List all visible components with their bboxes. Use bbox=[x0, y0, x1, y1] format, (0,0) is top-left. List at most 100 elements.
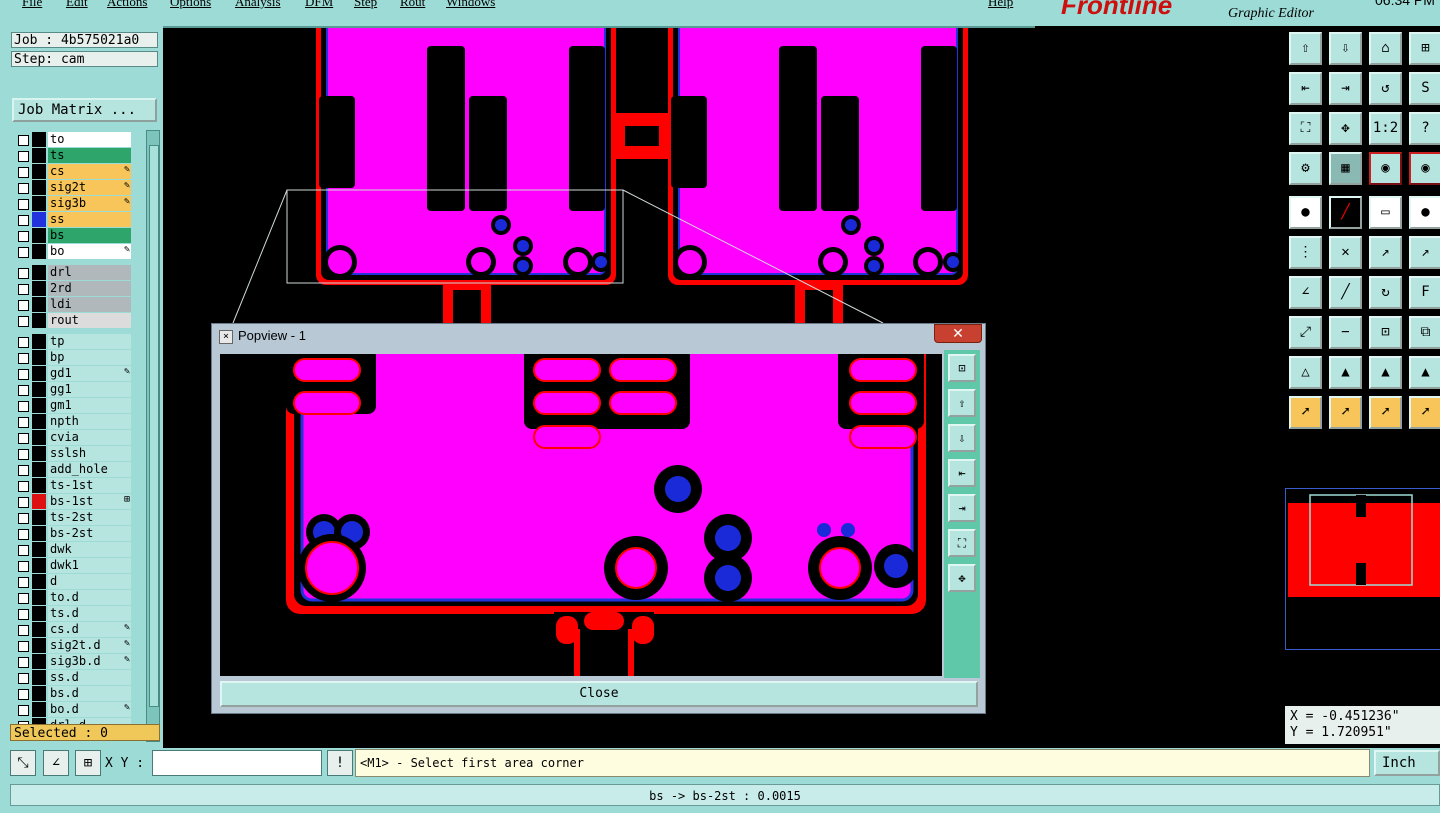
layer-color-swatch[interactable] bbox=[32, 281, 46, 296]
layer-color-swatch[interactable] bbox=[32, 494, 46, 509]
scrollbar-thumb[interactable] bbox=[149, 145, 159, 707]
menu-analysis[interactable]: Analysis bbox=[235, 0, 281, 10]
layer-name[interactable]: ts-1st bbox=[48, 478, 131, 493]
layer-color-swatch[interactable] bbox=[32, 622, 46, 637]
layer-name[interactable]: cs.d bbox=[48, 622, 131, 637]
menu-windows[interactable]: Windows bbox=[446, 0, 495, 10]
tri3-icon[interactable]: ▲ bbox=[1369, 356, 1402, 389]
layer-color-swatch[interactable] bbox=[32, 414, 46, 429]
layer-checkbox[interactable] bbox=[18, 641, 29, 652]
layer-name[interactable]: cs bbox=[48, 164, 131, 179]
layer-color-swatch[interactable] bbox=[32, 297, 46, 312]
layer-name[interactable]: d bbox=[48, 574, 131, 589]
measure-tool-icon[interactable]: ⤡ bbox=[10, 750, 36, 776]
layer-checkbox[interactable] bbox=[18, 689, 29, 700]
unit-selector[interactable]: Inch bbox=[1374, 750, 1440, 776]
popview-zoom-fit-icon[interactable]: ⛶ bbox=[948, 529, 976, 557]
layer-row[interactable]: ts.d bbox=[12, 606, 132, 621]
move-pad-icon[interactable]: ⤢ bbox=[1289, 316, 1322, 349]
redraw-icon[interactable]: ↺ bbox=[1369, 72, 1402, 105]
layer-row[interactable]: sig3b.d ✎ bbox=[12, 654, 132, 669]
layer-scrollbar[interactable] bbox=[146, 130, 160, 742]
ruler-icon[interactable]: ▭ bbox=[1369, 196, 1402, 229]
save-icon[interactable]: ⇩ bbox=[1329, 32, 1362, 65]
layer-color-swatch[interactable] bbox=[32, 366, 46, 381]
slash-icon[interactable]: ╱ bbox=[1329, 276, 1362, 309]
layer-color-swatch[interactable] bbox=[32, 574, 46, 589]
layer-name[interactable]: ss bbox=[48, 212, 131, 227]
menu-rout[interactable]: Rout bbox=[400, 0, 425, 10]
grid-icon[interactable]: ▦ bbox=[1329, 152, 1362, 185]
layer-checkbox[interactable] bbox=[18, 337, 29, 348]
select-net-icon[interactable]: ➚ bbox=[1409, 396, 1440, 429]
layer-color-swatch[interactable] bbox=[32, 313, 46, 328]
layer-row[interactable]: sig2t.d ✎ bbox=[12, 638, 132, 653]
layer-color-swatch[interactable] bbox=[32, 164, 46, 179]
layer-checkbox[interactable] bbox=[18, 151, 29, 162]
layer-row[interactable]: to.d bbox=[12, 590, 132, 605]
tri2-icon[interactable]: ▲ bbox=[1329, 356, 1362, 389]
layer-row[interactable]: bp bbox=[12, 350, 132, 365]
layer-checkbox[interactable] bbox=[18, 247, 29, 258]
popview-close-button[interactable]: Close bbox=[220, 681, 978, 707]
layer-row[interactable]: d bbox=[12, 574, 132, 589]
layer-checkbox[interactable] bbox=[18, 385, 29, 396]
layer-color-swatch[interactable] bbox=[32, 334, 46, 349]
popview-canvas[interactable] bbox=[220, 354, 942, 676]
layer-color-swatch[interactable] bbox=[32, 558, 46, 573]
layer-checkbox[interactable] bbox=[18, 135, 29, 146]
layer-row[interactable]: bs.d bbox=[12, 686, 132, 701]
layer-color-swatch[interactable] bbox=[32, 702, 46, 717]
net-icon[interactable]: ⋮ bbox=[1289, 236, 1322, 269]
layer-name[interactable]: bs-1st bbox=[48, 494, 131, 509]
layer-name[interactable]: gd1 bbox=[48, 366, 131, 381]
layer-name[interactable]: sig3b.d bbox=[48, 654, 131, 669]
layer-checkbox[interactable] bbox=[18, 199, 29, 210]
layer-name[interactable]: drl bbox=[48, 265, 131, 280]
layer-row[interactable]: ts-2st bbox=[12, 510, 132, 525]
layer-row[interactable]: bs-1st ⊞ bbox=[12, 494, 132, 509]
layer-name[interactable]: sig2t bbox=[48, 180, 131, 195]
layer-row[interactable]: dwk1 bbox=[12, 558, 132, 573]
home-icon[interactable]: ⌂ bbox=[1369, 32, 1402, 65]
layer-row[interactable]: rout bbox=[12, 313, 132, 328]
layer-checkbox[interactable] bbox=[18, 561, 29, 572]
layer-color-swatch[interactable] bbox=[32, 265, 46, 280]
load-icon[interactable]: ⇧ bbox=[1289, 32, 1322, 65]
layer-checkbox[interactable] bbox=[18, 465, 29, 476]
layer-color-swatch[interactable] bbox=[32, 132, 46, 147]
layer-row[interactable]: dwk bbox=[12, 542, 132, 557]
zoom-ratio-icon[interactable]: 1:2 bbox=[1369, 112, 1402, 145]
layer-name[interactable]: ldi bbox=[48, 297, 131, 312]
menu-options[interactable]: Options bbox=[170, 0, 211, 10]
layer-row[interactable]: cvia bbox=[12, 430, 132, 445]
grid-tool-icon[interactable]: ⊞ bbox=[75, 750, 101, 776]
layer-color-swatch[interactable] bbox=[32, 430, 46, 445]
layer-checkbox[interactable] bbox=[18, 481, 29, 492]
zoom-center-icon[interactable]: ✥ bbox=[1329, 112, 1362, 145]
layer-name[interactable]: to.d bbox=[48, 590, 131, 605]
layer-row[interactable]: ldi bbox=[12, 297, 132, 312]
layer-name[interactable]: bp bbox=[48, 350, 131, 365]
layer-checkbox[interactable] bbox=[18, 167, 29, 178]
layer-color-swatch[interactable] bbox=[32, 446, 46, 461]
popview-up-icon[interactable]: ⇧ bbox=[948, 389, 976, 417]
layer-checkbox[interactable] bbox=[18, 673, 29, 684]
select-box-icon[interactable]: ➚ bbox=[1329, 396, 1362, 429]
layer-row[interactable]: bo ✎ bbox=[12, 244, 132, 259]
layer-name[interactable]: dwk1 bbox=[48, 558, 131, 573]
popview-fit-icon[interactable]: ⊡ bbox=[948, 354, 976, 382]
cross-icon[interactable]: ✕ bbox=[1329, 236, 1362, 269]
xy-input[interactable] bbox=[152, 750, 322, 776]
overview-map[interactable] bbox=[1285, 488, 1440, 650]
menu-file[interactable]: File bbox=[22, 0, 42, 10]
layer-color-swatch[interactable] bbox=[32, 686, 46, 701]
layer-row[interactable]: ss.d bbox=[12, 670, 132, 685]
layer-color-swatch[interactable] bbox=[32, 638, 46, 653]
layer-name[interactable]: cvia bbox=[48, 430, 131, 445]
layer-checkbox[interactable] bbox=[18, 625, 29, 636]
line-icon[interactable]: ╱ bbox=[1329, 196, 1362, 229]
menu-step[interactable]: Step bbox=[354, 0, 377, 10]
layer-row[interactable]: cs.d ✎ bbox=[12, 622, 132, 637]
angle-tool-icon[interactable]: ∠ bbox=[43, 750, 69, 776]
